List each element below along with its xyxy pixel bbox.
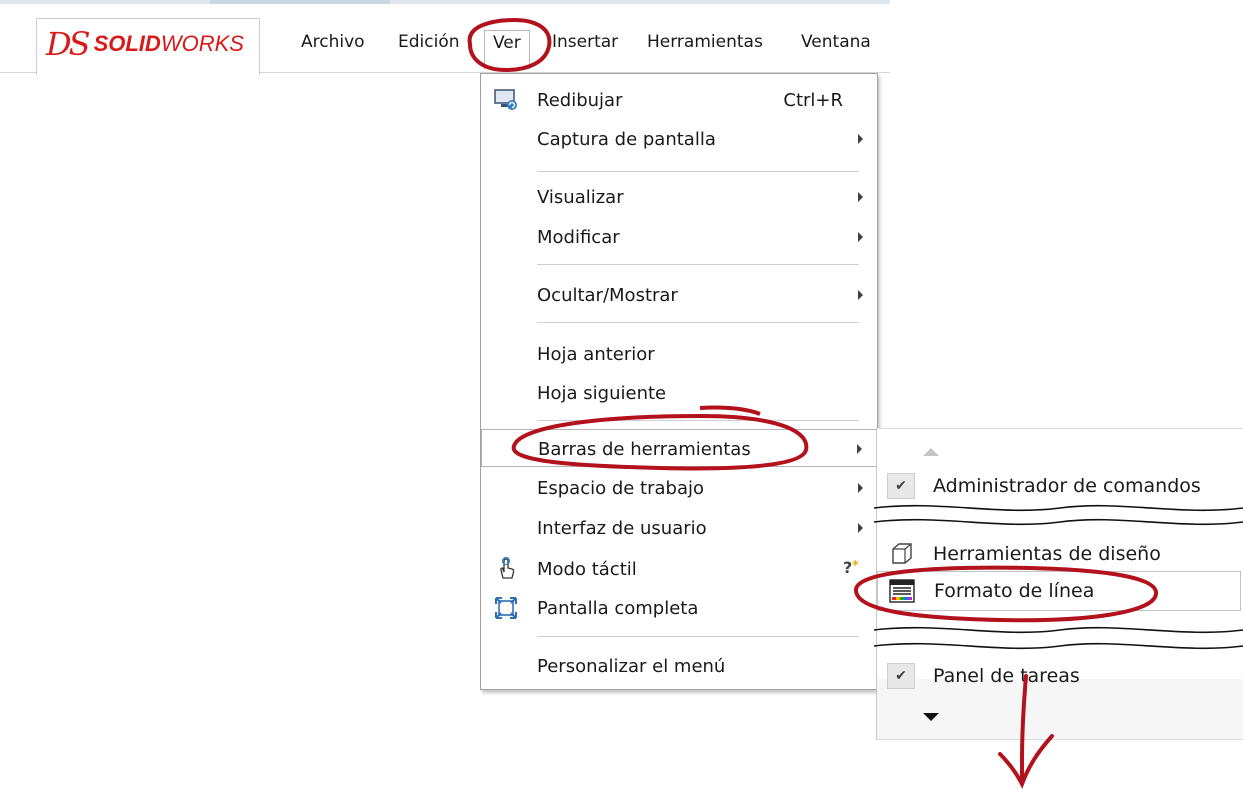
logo-text-solid: SOLID — [93, 31, 161, 56]
view-menu-dropdown: Redibujar Ctrl+R Captura de pantalla Vis… — [480, 73, 878, 690]
menu-item-label: Modificar — [537, 227, 620, 248]
submenu-item-administrador-comandos[interactable]: ✔ Administrador de comandos — [877, 467, 1243, 507]
menu-item-modo-tactil[interactable]: Modo táctil ?* — [481, 551, 877, 587]
menu-item-hoja-anterior[interactable]: Hoja anterior — [481, 336, 877, 372]
shortcut-label: Ctrl+R — [783, 90, 843, 111]
menu-herramientas[interactable]: Herramientas — [647, 32, 763, 52]
menu-ventana[interactable]: Ventana — [801, 32, 871, 52]
sketch-tools-icon — [889, 541, 915, 567]
menu-ver[interactable]: Ver — [484, 30, 530, 69]
submenu-item-label: Administrador de comandos — [933, 475, 1201, 497]
touch-icon — [493, 556, 519, 582]
menu-item-modificar[interactable]: Modificar — [481, 219, 877, 255]
submenu-arrow-icon — [858, 232, 863, 242]
submenu-item-panel-tareas[interactable]: ✔ Panel de tareas — [877, 657, 1243, 697]
menu-item-label: Ocultar/Mostrar — [537, 285, 678, 306]
ds-logo-mark: DS — [46, 25, 91, 63]
menu-item-ocultar-mostrar[interactable]: Ocultar/Mostrar — [481, 277, 877, 313]
menu-item-label: Modo táctil — [537, 559, 637, 580]
menu-item-personalizar[interactable]: Personalizar el menú — [481, 648, 877, 684]
logo-text-works: WORKS — [160, 31, 244, 56]
menu-archivo[interactable]: Archivo — [301, 32, 365, 52]
menu-item-visualizar[interactable]: Visualizar — [481, 179, 877, 215]
fullscreen-icon — [493, 595, 519, 621]
submenu-arrow-icon — [858, 523, 863, 533]
menu-edicion[interactable]: Edición — [398, 32, 460, 52]
redraw-icon — [493, 87, 519, 113]
menu-item-interfaz-usuario[interactable]: Interfaz de usuario — [481, 510, 877, 546]
menu-separator — [537, 171, 859, 172]
menu-separator — [537, 264, 859, 265]
checkmark-icon: ✔ — [887, 473, 915, 499]
submenu-item-label: Formato de línea — [934, 580, 1095, 602]
menu-separator — [537, 636, 859, 637]
toolbars-submenu: ✔ Administrador de comandos Herramientas… — [876, 428, 1243, 740]
menu-item-espacio-trabajo[interactable]: Espacio de trabajo — [481, 470, 877, 506]
line-format-icon — [889, 578, 915, 604]
submenu-item-label: Herramientas de diseño — [933, 543, 1161, 565]
submenu-item-formato-linea[interactable]: Formato de línea — [877, 571, 1241, 611]
menu-item-pantalla-completa[interactable]: Pantalla completa — [481, 590, 877, 626]
solidworks-logo: DS SOLID WORKS — [46, 22, 244, 66]
submenu-arrow-icon — [858, 290, 863, 300]
menu-separator — [537, 322, 859, 323]
menu-item-label: Personalizar el menú — [537, 656, 726, 677]
menu-item-label: Visualizar — [537, 187, 624, 208]
menu-item-label: Pantalla completa — [537, 598, 699, 619]
submenu-item-herramientas-diseno[interactable]: Herramientas de diseño — [877, 535, 1243, 575]
menu-item-label: Redibujar — [537, 90, 623, 111]
menu-separator — [537, 420, 859, 421]
menu-item-hoja-siguiente[interactable]: Hoja siguiente — [481, 375, 877, 411]
menu-item-label: Interfaz de usuario — [537, 518, 707, 539]
scroll-down-arrow-icon[interactable] — [923, 713, 939, 721]
submenu-arrow-icon — [858, 483, 863, 493]
submenu-item-label: Panel de tareas — [933, 665, 1080, 687]
menu-item-label: Hoja anterior — [537, 344, 655, 365]
menu-insertar[interactable]: Insertar — [552, 32, 618, 52]
submenu-arrow-icon — [857, 444, 862, 454]
menu-item-barras-herramientas[interactable]: Barras de herramientas — [481, 429, 877, 467]
menu-item-redibujar[interactable]: Redibujar Ctrl+R — [481, 82, 877, 118]
menu-item-label: Captura de pantalla — [537, 129, 716, 150]
menu-item-label: Hoja siguiente — [537, 383, 667, 404]
checkmark-icon: ✔ — [887, 663, 915, 689]
help-icon[interactable]: ?* — [843, 558, 859, 577]
menu-item-label: Barras de herramientas — [538, 439, 751, 460]
menu-item-captura[interactable]: Captura de pantalla — [481, 121, 877, 157]
submenu-arrow-icon — [858, 134, 863, 144]
menu-item-label: Espacio de trabajo — [537, 478, 705, 499]
submenu-arrow-icon — [858, 192, 863, 202]
scroll-up-arrow-icon[interactable] — [923, 448, 939, 456]
